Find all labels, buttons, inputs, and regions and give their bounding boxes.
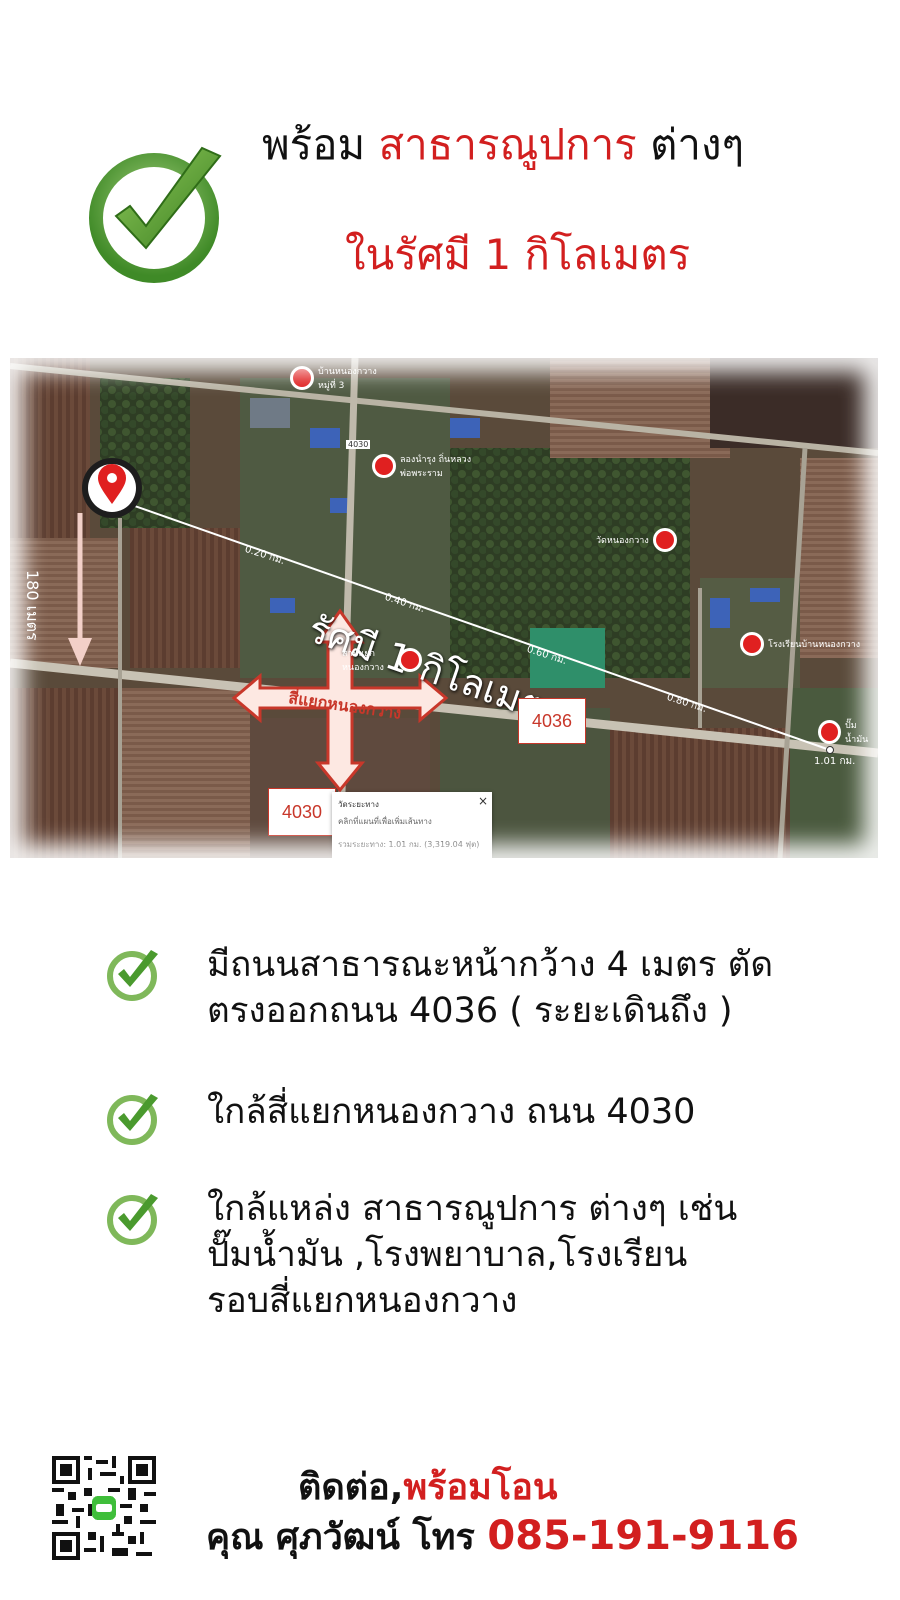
bullet-line: ตรงออกถนน 4036 ( ระยะเดินถึง ) <box>207 991 733 1031</box>
bullet-line: รอบสี่แยกหนองกวาง <box>207 1281 518 1321</box>
road-badge-4030: 4030 <box>268 788 336 836</box>
road-badge-small: 4030 <box>346 440 371 449</box>
place-marker-1[interactable]: บ้านหนองกวาง หมู่ที่ 3 <box>290 364 378 392</box>
map-dist-mark-5: 1.01 กม. <box>814 756 856 767</box>
map-pin-icon <box>652 528 677 552</box>
place-label: โรงเรียนบ้านหนองกวาง <box>768 640 861 650</box>
ready-transfer-label: พร้อมโอน <box>403 1467 558 1508</box>
place-marker-6[interactable]: ปั๊มน้ำมัน <box>818 718 878 746</box>
map-pin-icon <box>398 648 422 672</box>
place-label: วัดหนองกวาง <box>596 536 649 546</box>
header-line-2: ในรัศมี 1 กิโลเมตร <box>345 230 691 279</box>
map-pin-icon <box>740 632 764 656</box>
bullet-text-2: ใกล้สี่แยกหนองกวาง ถนน 4030 <box>207 1089 847 1135</box>
phone-number[interactable]: 085-191-9116 <box>487 1513 799 1559</box>
popup-hint: คลิกที่แผนที่เพื่อเพิ่มเส้นทาง <box>338 817 432 826</box>
header-suffix: ต่างๆ <box>650 120 745 169</box>
map-pin-icon <box>818 720 841 744</box>
place-marker-2[interactable]: ลองนำรุง ถิ่นหลวงพ่อพระราม <box>372 452 480 480</box>
place-marker-3[interactable]: วัดหนองกวาง <box>596 528 677 552</box>
map-pin-icon <box>372 454 396 478</box>
road-badge-4036: 4036 <box>518 698 586 744</box>
header-prefix: พร้อม <box>262 120 366 169</box>
popup-title: วัดระยะทาง <box>338 800 379 809</box>
map-pin-icon <box>290 366 314 390</box>
place-label: ลองนำรุง ถิ่นหลวงพ่อพระราม <box>400 455 472 479</box>
place-label: ปั๊มน้ำมัน <box>845 721 869 745</box>
bullet-line: ปั๊มน้ำมัน ,โรงพยาบาล,โรงเรียน <box>207 1235 688 1275</box>
header-line-1: พร้อม สาธารณูปการ ต่างๆ <box>262 112 744 178</box>
place-marker-4[interactable]: โรงเรียนบ้านหนองกวาง <box>740 632 860 656</box>
measure-popup: วัดระยะทาง คลิกที่แผนที่เพื่อเพิ่มเส้นทา… <box>332 792 492 858</box>
check-icon <box>104 1188 164 1248</box>
place-label: สามแยกหนองกวาง <box>342 649 384 673</box>
satellite-map: รัศมี 1 กิโลเมตร 180 เมตร สี่แยกหนองกวาง… <box>10 358 878 858</box>
line-qr-code-icon[interactable] <box>52 1456 156 1560</box>
header-highlight: สาธารณูปการ <box>378 120 637 169</box>
popup-total: รวมระยะทาง: 1.01 กม. (3,319.04 ฟุต) <box>338 840 480 849</box>
contact-label: ติดต่อ, <box>298 1467 404 1508</box>
contact-name: คุณ ศุภวัฒน์ โทร <box>206 1517 475 1558</box>
check-badge-icon <box>84 140 230 286</box>
place-label: บ้านหนองกวาง หมู่ที่ 3 <box>318 367 377 391</box>
bullet-line: มีถนนสาธารณะหน้ากว้าง 4 เมตร ตัด <box>207 945 774 985</box>
map-distance-label: 180 เมตร <box>23 570 42 641</box>
popup-close-button[interactable]: × <box>478 794 488 808</box>
bullet-line: ใกล้สี่แยกหนองกวาง ถนน 4030 <box>207 1092 696 1132</box>
bullet-text-3: ใกล้แหล่ง สาธารณูปการ ต่างๆ เช่น ปั๊มน้ำ… <box>207 1186 847 1324</box>
contact-heading: ติดต่อ,พร้อมโอน <box>298 1458 557 1515</box>
place-marker-5[interactable]: สามแยกหนองกวาง <box>342 646 422 674</box>
contact-line: คุณ ศุภวัฒน์ โทร 085-191-9116 <box>206 1508 799 1565</box>
bullet-text-1: มีถนนสาธารณะหน้ากว้าง 4 เมตร ตัด ตรงออกถ… <box>207 942 847 1034</box>
check-icon <box>104 1088 164 1148</box>
check-icon <box>104 944 164 1004</box>
bullet-line: ใกล้แหล่ง สาธารณูปการ ต่างๆ เช่น <box>207 1189 738 1229</box>
